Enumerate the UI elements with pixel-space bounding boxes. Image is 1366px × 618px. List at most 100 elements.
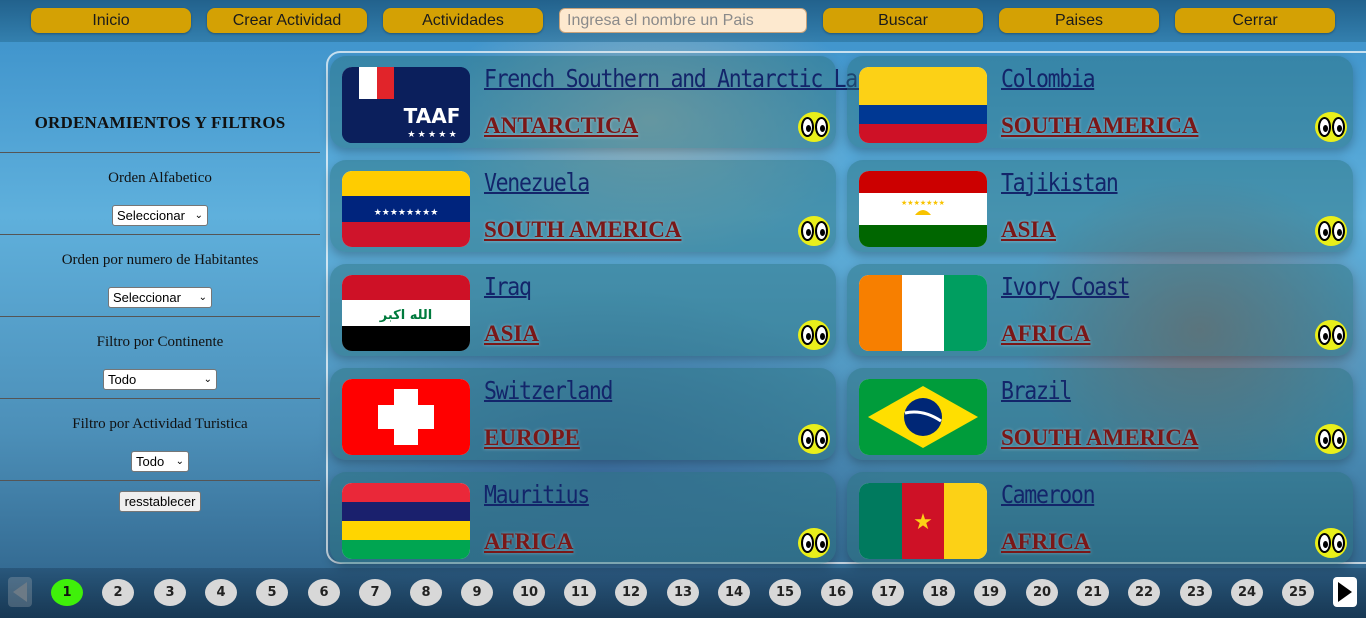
alpha-order-label: Orden Alfabetico [108, 170, 212, 186]
alpha-order-select[interactable]: Seleccionar ⌄ [112, 205, 208, 226]
eyes-icon[interactable] [798, 112, 830, 142]
brazil-flag-icon [859, 379, 987, 455]
page-button[interactable]: 21 [1077, 579, 1109, 606]
country-card[interactable]: ★★★★★★★★ Venezuela SOUTH AMERICA [330, 160, 836, 252]
eyes-icon[interactable] [798, 528, 830, 558]
country-name-link[interactable]: Cameroon [1001, 480, 1096, 509]
page-button[interactable]: 25 [1282, 579, 1314, 606]
population-order-value: Seleccionar [113, 290, 181, 305]
country-name-link[interactable]: Venezuela [484, 168, 590, 197]
eyes-icon[interactable] [1315, 112, 1347, 142]
countries-button[interactable]: Paises [999, 8, 1159, 33]
chevron-down-icon: ⌄ [194, 210, 203, 221]
activities-button[interactable]: Actividades [383, 8, 543, 33]
continent-label: AFRICA [484, 529, 574, 554]
previous-page-button[interactable] [8, 577, 32, 607]
country-card[interactable]: Colombia SOUTH AMERICA [847, 56, 1353, 148]
page-button[interactable]: 12 [615, 579, 647, 606]
continent-label: ASIA [1001, 217, 1056, 242]
page-button[interactable]: 20 [1026, 579, 1058, 606]
population-order-select[interactable]: Seleccionar ⌄ [108, 287, 212, 308]
continent-label: SOUTH AMERICA [1001, 425, 1199, 450]
activity-filter-select[interactable]: Todo ⌄ [131, 451, 189, 472]
create-activity-button[interactable]: Crear Actividad [207, 8, 367, 33]
page-button[interactable]: 9 [461, 579, 493, 606]
next-page-button[interactable] [1333, 577, 1357, 607]
search-button[interactable]: Buscar [823, 8, 983, 33]
country-name-link[interactable]: Tajikistan [1001, 168, 1119, 197]
country-card[interactable]: ★★★★★★★ Tajikistan ASIA [847, 160, 1353, 252]
activity-filter-value: Todo [136, 454, 165, 469]
country-card[interactable]: TAAF ★ ★ ★ ★ ★ French Southern and Antar… [330, 56, 893, 148]
eyes-icon[interactable] [798, 320, 830, 350]
continent-filter-label: Filtro por Continente [96, 334, 224, 350]
page-button[interactable]: 11 [564, 579, 596, 606]
eyes-icon[interactable] [1315, 528, 1347, 558]
home-button[interactable]: Inicio [31, 8, 191, 33]
continent-label: SOUTH AMERICA [1001, 113, 1199, 138]
country-name-link[interactable]: French Southern and Antarctic Lands [484, 64, 893, 93]
eyes-icon[interactable] [1315, 424, 1347, 454]
page-button[interactable]: 18 [923, 579, 955, 606]
activity-filter-label: Filtro por Actividad Turistica [72, 416, 248, 432]
ivory-coast-flag-icon [859, 275, 987, 351]
country-name-link[interactable]: Iraq [484, 272, 532, 301]
svg-text:★★★★★★★: ★★★★★★★ [901, 199, 945, 207]
alpha-order-value: Seleccionar [117, 208, 185, 223]
reset-filters-button[interactable]: resstablecer [119, 491, 201, 512]
page-button[interactable]: 13 [667, 579, 699, 606]
country-search-input[interactable] [559, 8, 807, 33]
divider [0, 480, 320, 481]
top-navbar: Inicio Crear Actividad Actividades Busca… [0, 0, 1366, 42]
country-name-link[interactable]: Brazil [1001, 376, 1072, 405]
eyes-icon[interactable] [1315, 216, 1347, 246]
chevron-down-icon: ⌄ [203, 374, 212, 385]
close-button[interactable]: Cerrar [1175, 8, 1335, 33]
page-button[interactable]: 24 [1231, 579, 1263, 606]
sidebar-title: ORDENAMIENTOS Y FILTROS [34, 113, 286, 132]
page-button[interactable]: 17 [872, 579, 904, 606]
continent-filter-select[interactable]: Todo ⌄ [103, 369, 217, 390]
triangle-left-icon [13, 582, 27, 602]
page-button[interactable]: 15 [769, 579, 801, 606]
iraq-flag-icon: الله اكبر [342, 275, 470, 351]
page-button[interactable]: 2 [102, 579, 134, 606]
country-name-link[interactable]: Ivory Coast [1001, 272, 1130, 301]
eyes-icon[interactable] [1315, 320, 1347, 350]
page-button[interactable]: 10 [513, 579, 545, 606]
page-button[interactable]: 22 [1128, 579, 1160, 606]
eyes-icon[interactable] [798, 424, 830, 454]
svg-text:★ ★ ★ ★ ★: ★ ★ ★ ★ ★ [407, 129, 456, 139]
chevron-down-icon: ⌄ [198, 292, 207, 303]
country-card[interactable]: Ivory Coast AFRICA [847, 264, 1353, 356]
country-name-link[interactable]: Colombia [1001, 64, 1096, 93]
page-button[interactable]: 6 [308, 579, 340, 606]
venezuela-flag-icon: ★★★★★★★★ [342, 171, 470, 247]
eyes-icon[interactable] [798, 216, 830, 246]
french-southern-flag-icon: TAAF ★ ★ ★ ★ ★ [342, 67, 470, 143]
page-button[interactable]: 16 [821, 579, 853, 606]
switzerland-flag-icon [342, 379, 470, 455]
page-button[interactable]: 14 [718, 579, 750, 606]
tajikistan-flag-icon: ★★★★★★★ [859, 171, 987, 247]
triangle-right-icon [1338, 582, 1352, 602]
page-button[interactable]: 1 [51, 579, 83, 606]
country-card[interactable]: ★ Cameroon AFRICA [847, 472, 1353, 564]
page-button[interactable]: 4 [205, 579, 237, 606]
divider [0, 152, 320, 153]
country-card[interactable]: Mauritius AFRICA [330, 472, 836, 564]
continent-label: EUROPE [484, 425, 580, 450]
country-name-link[interactable]: Mauritius [484, 480, 590, 509]
page-button[interactable]: 23 [1180, 579, 1212, 606]
page-button[interactable]: 19 [974, 579, 1006, 606]
country-card[interactable]: Switzerland EUROPE [330, 368, 836, 460]
page-button[interactable]: 5 [256, 579, 288, 606]
svg-text:★: ★ [913, 509, 933, 534]
continent-label: SOUTH AMERICA [484, 217, 682, 242]
country-name-link[interactable]: Switzerland [484, 376, 613, 405]
country-card[interactable]: الله اكبر Iraq ASIA [330, 264, 836, 356]
page-button[interactable]: 3 [154, 579, 186, 606]
page-button[interactable]: 8 [410, 579, 442, 606]
page-button[interactable]: 7 [359, 579, 391, 606]
country-card[interactable]: Brazil SOUTH AMERICA [847, 368, 1353, 460]
